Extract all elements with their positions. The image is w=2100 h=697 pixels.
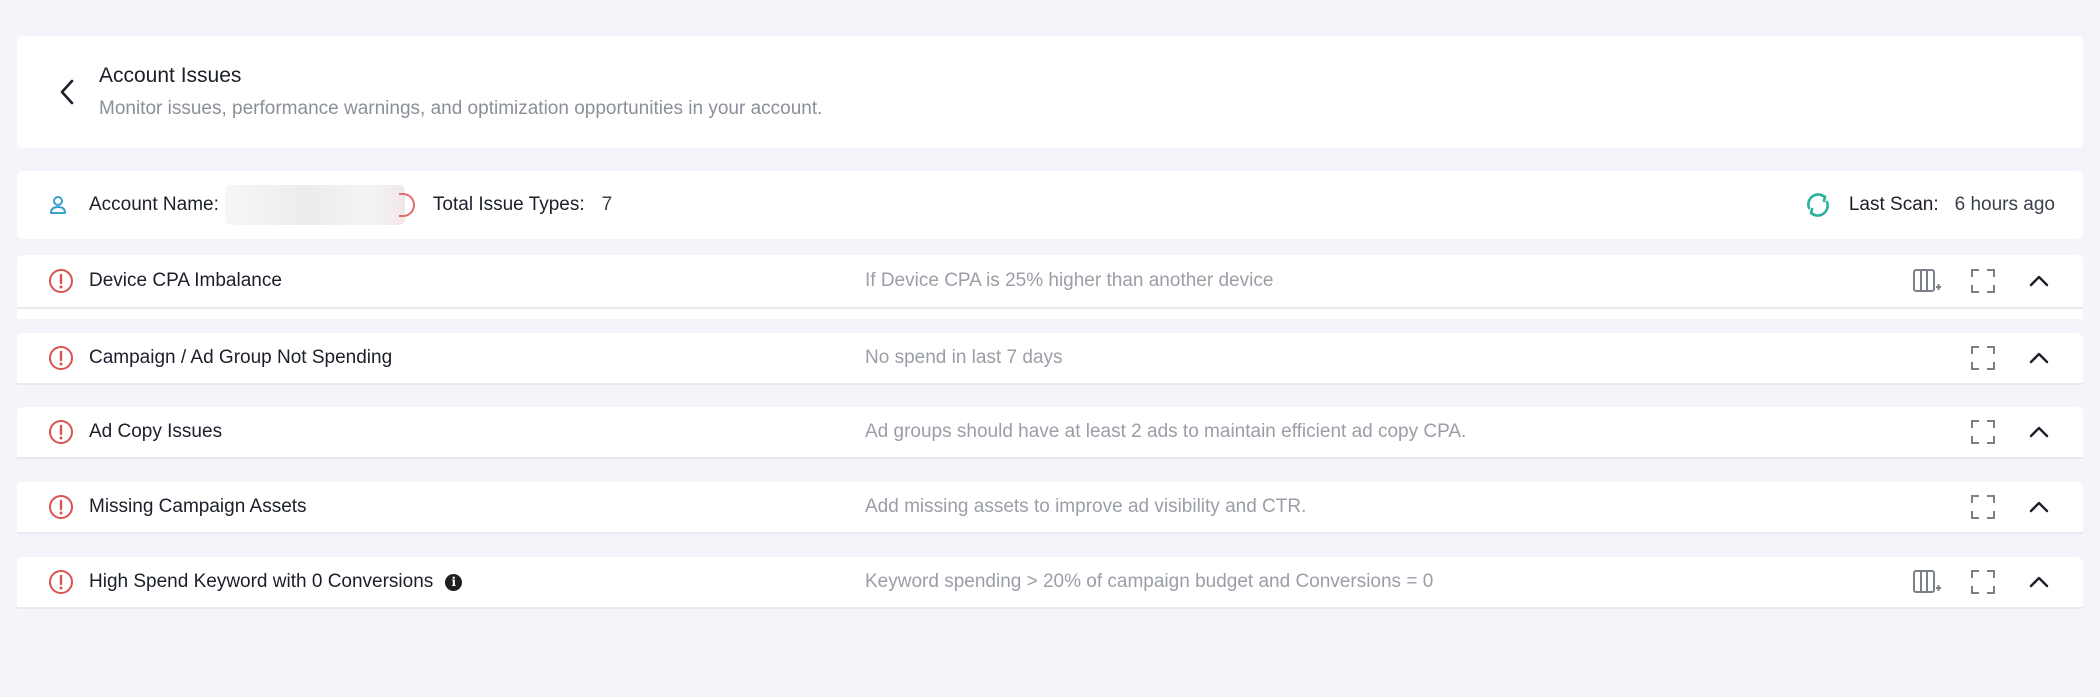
issue-description: Ad groups should have at least 2 ads to …: [865, 421, 1467, 442]
account-issues-page: Account Issues Monitor issues, performan…: [0, 0, 2100, 697]
page-subtitle: Monitor issues, performance warnings, an…: [99, 98, 823, 119]
issue-actions: [1943, 416, 2055, 448]
chevron-up-icon[interactable]: [2023, 265, 2055, 297]
last-scan-value: 6 hours ago: [1954, 194, 2055, 215]
issue-row-missing-assets[interactable]: Missing Campaign Assets Add missing asse…: [17, 482, 2083, 534]
info-icon[interactable]: i: [445, 573, 463, 591]
issue-types-summary: Total Issue Types: 7: [433, 194, 612, 216]
fullscreen-icon[interactable]: [1967, 265, 1999, 297]
issue-title-wrap: High Spend Keyword with 0 Conversions i: [89, 571, 463, 593]
alert-circle-icon: [47, 344, 75, 372]
issue-actions: [1887, 566, 2055, 598]
issue-title: Missing Campaign Assets: [89, 496, 307, 517]
chevron-up-icon[interactable]: [2023, 342, 2055, 374]
issue-actions: [1943, 491, 2055, 523]
chevron-up-icon[interactable]: [2023, 416, 2055, 448]
alert-circle-icon: [47, 568, 75, 596]
account-info-bar: Account Name: Total Issue Types: 7 Last …: [17, 171, 2083, 239]
account-name-value-redacted: [224, 185, 415, 225]
fullscreen-icon[interactable]: [1967, 342, 1999, 374]
issue-row-device-cpa-imbalance[interactable]: Device CPA Imbalance If Device CPA is 25…: [17, 255, 2083, 307]
alert-circle-icon: [47, 493, 75, 521]
issue-actions: [1887, 265, 2055, 297]
issue-row-not-spending[interactable]: Campaign / Ad Group Not Spending No spen…: [17, 333, 2083, 385]
redaction-edge: [398, 193, 415, 217]
back-button[interactable]: [37, 62, 97, 122]
issue-title: Ad Copy Issues: [89, 421, 223, 442]
issue-row-high-spend-keyword[interactable]: High Spend Keyword with 0 Conversions i …: [17, 557, 2083, 609]
account-name-label: Account Name:: [89, 194, 219, 215]
issue-description: Add missing assets to improve ad visibil…: [865, 496, 1307, 517]
issue-description: If Device CPA is 25% higher than another…: [865, 270, 1274, 291]
add-column-icon[interactable]: [1911, 265, 1943, 297]
issue-title: High Spend Keyword with 0 Conversions: [89, 571, 434, 592]
page-title: Account Issues: [99, 64, 242, 87]
fullscreen-icon[interactable]: [1967, 566, 1999, 598]
last-scan-label: Last Scan:: [1848, 194, 1939, 215]
issue-row-ad-copy[interactable]: Ad Copy Issues Ad groups should have at …: [17, 407, 2083, 459]
issue-types-count: 7: [601, 194, 613, 215]
alert-circle-icon: [47, 418, 75, 446]
issue-title: Campaign / Ad Group Not Spending: [89, 347, 393, 368]
issue-description: Keyword spending > 20% of campaign budge…: [865, 571, 1434, 592]
issue-expanded-body: [17, 307, 2083, 319]
page-header: Account Issues Monitor issues, performan…: [17, 36, 2083, 148]
header-text: Account Issues Monitor issues, performan…: [99, 64, 822, 120]
fullscreen-icon[interactable]: [1967, 491, 1999, 523]
last-scan: Last Scan: 6 hours ago: [1801, 188, 2055, 222]
chevron-up-icon[interactable]: [2023, 491, 2055, 523]
person-icon: [47, 194, 69, 216]
issue-description: No spend in last 7 days: [865, 347, 1063, 368]
chevron-left-icon: [60, 79, 74, 105]
add-column-icon[interactable]: [1911, 566, 1943, 598]
fullscreen-icon[interactable]: [1967, 416, 1999, 448]
issue-actions: [1943, 342, 2055, 374]
alert-circle-icon: [47, 267, 75, 295]
chevron-up-icon[interactable]: [2023, 566, 2055, 598]
refresh-icon[interactable]: [1801, 188, 1835, 222]
issue-title: Device CPA Imbalance: [89, 270, 282, 291]
issue-types-label: Total Issue Types:: [432, 194, 585, 215]
